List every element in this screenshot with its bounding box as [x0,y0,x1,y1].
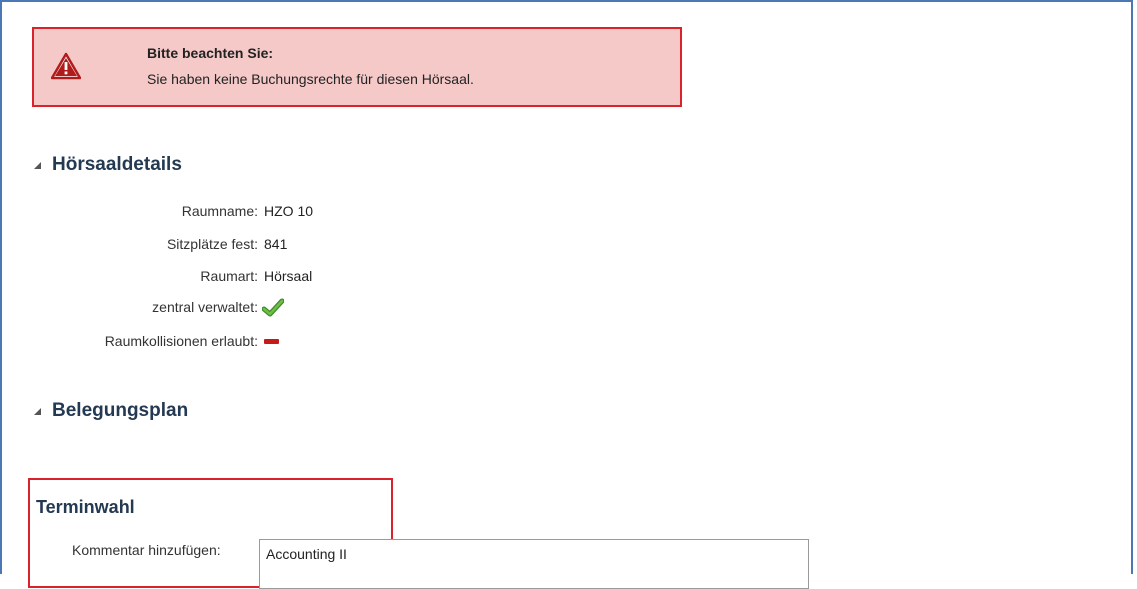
comment-label: Kommentar hinzufügen: [72,542,221,558]
centrally-managed-label: zentral verwaltet: [152,299,258,315]
no-booking-rights-alert: Bitte beachten Sie: Sie haben keine Buch… [32,27,682,107]
detail-row-fixed-seats: Sitzplätze fest: 841 [0,236,520,254]
detail-row-centrally-managed: zentral verwaltet: [0,298,520,317]
fixed-seats-label: Sitzplätze fest: [166,236,258,252]
warning-icon [51,52,81,80]
collapse-triangle-icon[interactable] [32,406,42,416]
minus-icon [264,339,279,344]
fixed-seats-value: 841 [264,236,288,252]
schedule-section-header[interactable]: Belegungsplan [32,400,188,422]
comment-input[interactable]: Accounting II [259,539,809,589]
alert-title: Bitte beachten Sie: [147,45,274,61]
detail-row-room-collisions: Raumkollisionen erlaubt: [0,333,520,351]
check-icon [262,298,284,317]
room-name-label: Raumname: [181,203,258,219]
room-collisions-label: Raumkollisionen erlaubt: [104,333,258,349]
details-section-title: Hörsaaldetails [52,154,182,175]
room-type-value: Hörsaal [264,268,313,284]
collapse-triangle-icon[interactable] [32,160,42,170]
details-section-header[interactable]: Hörsaaldetails [32,154,182,176]
alert-message: Sie haben keine Buchungsrechte für diese… [147,71,474,87]
room-name-value: HZO 10 [264,203,314,219]
terminwahl-title: Terminwahl [36,497,135,517]
schedule-section-title: Belegungsplan [52,400,189,421]
room-type-label: Raumart: [200,268,258,284]
detail-row-room-type: Raumart: Hörsaal [0,268,520,286]
detail-row-room-name: Raumname: HZO 10 [0,203,520,221]
